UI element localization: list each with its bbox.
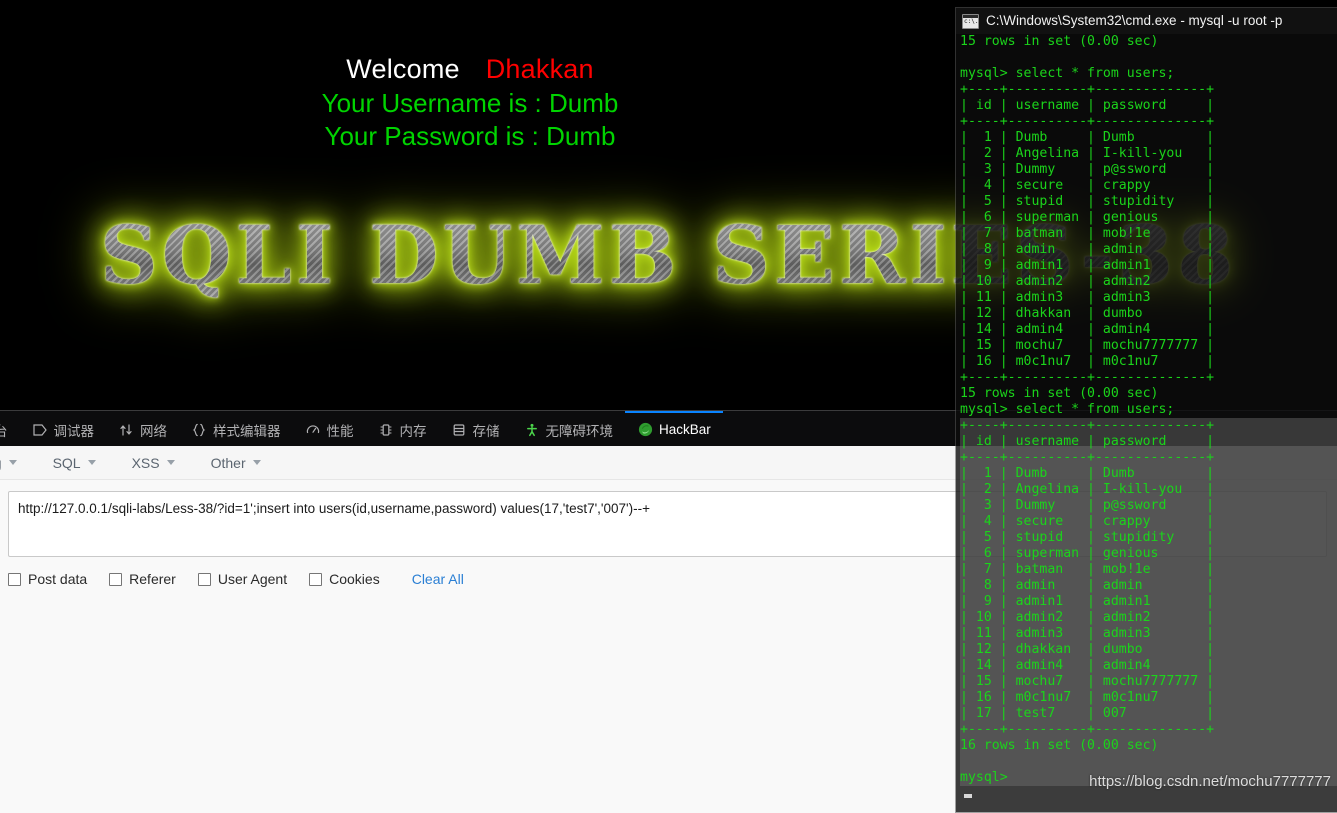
option-cookies[interactable]: Cookies	[309, 571, 380, 587]
password-line: Your Password is : Dumb	[324, 120, 616, 151]
tab-hackbar[interactable]: HackBar	[625, 411, 723, 446]
memory-icon	[378, 422, 394, 438]
cmd-title-text: C:\Windows\System32\cmd.exe - mysql -u r…	[986, 13, 1283, 28]
welcome-label: Welcome	[346, 54, 460, 84]
devtools-tab-label: 无障碍环境	[545, 423, 614, 439]
option-label: Cookies	[329, 571, 380, 587]
hackbar-menu-other[interactable]: Other	[193, 455, 279, 471]
storage-icon	[451, 422, 467, 438]
hackbar-menu-encoding[interactable]: ng	[0, 455, 35, 471]
option-user-agent[interactable]: User Agent	[197, 571, 288, 587]
tab-accessibility[interactable]: 无障碍环境	[512, 411, 626, 446]
devtools-tab-label: 网络	[140, 423, 167, 439]
username-line: Your Username is : Dumb	[321, 87, 619, 118]
referer-checkbox[interactable]	[109, 572, 123, 586]
cookies-checkbox[interactable]	[309, 572, 323, 586]
performance-icon	[305, 422, 321, 438]
hackbar-menu-label: ng	[0, 455, 2, 471]
hackbar-icon	[637, 422, 653, 438]
style-editor-icon	[191, 422, 207, 438]
clear-all-button[interactable]: Clear All	[412, 571, 464, 587]
option-post-data[interactable]: Post data	[8, 571, 87, 587]
tab-debugger[interactable]: 调试器	[20, 411, 107, 446]
post-data-checkbox[interactable]	[8, 572, 21, 586]
hackbar-menu-sql[interactable]: SQL	[35, 455, 114, 471]
tab-memory[interactable]: 内存	[366, 411, 439, 446]
chevron-down-icon	[8, 460, 17, 465]
option-label: Post data	[28, 571, 88, 587]
cmd-output-second-block: mysql> select * from users; +----+------…	[956, 402, 1337, 802]
welcome-block: Welcome Dhakkan Your Username is : Dumb Y…	[0, 52, 940, 153]
cmd-output-first-block: 15 rows in set (0.00 sec) mysql> select …	[960, 34, 1215, 401]
tab-storage[interactable]: 存储	[439, 411, 512, 446]
devtools-tab-label: 调试器	[53, 423, 95, 439]
devtools-tab-label: 性能	[326, 423, 354, 439]
devtools-tab-label: 内存	[399, 423, 427, 439]
chevron-down-icon	[252, 460, 261, 465]
chevron-down-icon	[87, 460, 96, 465]
network-icon	[118, 422, 134, 438]
devtools-tab-label: 样式编辑器	[213, 423, 281, 439]
hackbar-menu-label: Other	[210, 454, 246, 471]
cmd-cursor	[964, 794, 972, 798]
option-label: Referer	[129, 571, 176, 587]
welcome-line: Welcome Dhakkan	[0, 52, 940, 87]
cmd-window[interactable]: C:\Windows\System32\cmd.exe - mysql -u r…	[956, 8, 1337, 812]
user-agent-checkbox[interactable]	[197, 572, 211, 586]
hackbar-menu-label: XSS	[131, 454, 160, 471]
devtools-tab-label: 存储	[472, 423, 500, 439]
hackbar-menu-label: SQL	[52, 454, 81, 471]
debugger-icon	[32, 422, 48, 438]
devtools-tab-label: HackBar	[659, 422, 711, 437]
tab-console[interactable]: 台	[0, 411, 20, 446]
user-name-label: Dhakkan	[485, 54, 594, 84]
cmd-console-icon	[962, 13, 979, 29]
devtools-tab-label: 台	[0, 420, 8, 440]
tab-network[interactable]: 网络	[106, 411, 179, 446]
cmd-titlebar[interactable]: C:\Windows\System32\cmd.exe - mysql -u r…	[956, 8, 1337, 34]
watermark-url: https://blog.csdn.net/mochu7777777	[1089, 773, 1331, 790]
hackbar-menu-xss[interactable]: XSS	[114, 455, 193, 471]
option-referer[interactable]: Referer	[109, 571, 176, 587]
tab-style-editor[interactable]: 样式编辑器	[179, 411, 293, 446]
cmd-selected-region: +----+----------+--------------+ | id | …	[960, 418, 1337, 786]
chevron-down-icon	[166, 460, 175, 465]
accessibility-icon	[524, 422, 540, 438]
option-label: User Agent	[217, 571, 288, 587]
tab-performance[interactable]: 性能	[293, 411, 366, 446]
